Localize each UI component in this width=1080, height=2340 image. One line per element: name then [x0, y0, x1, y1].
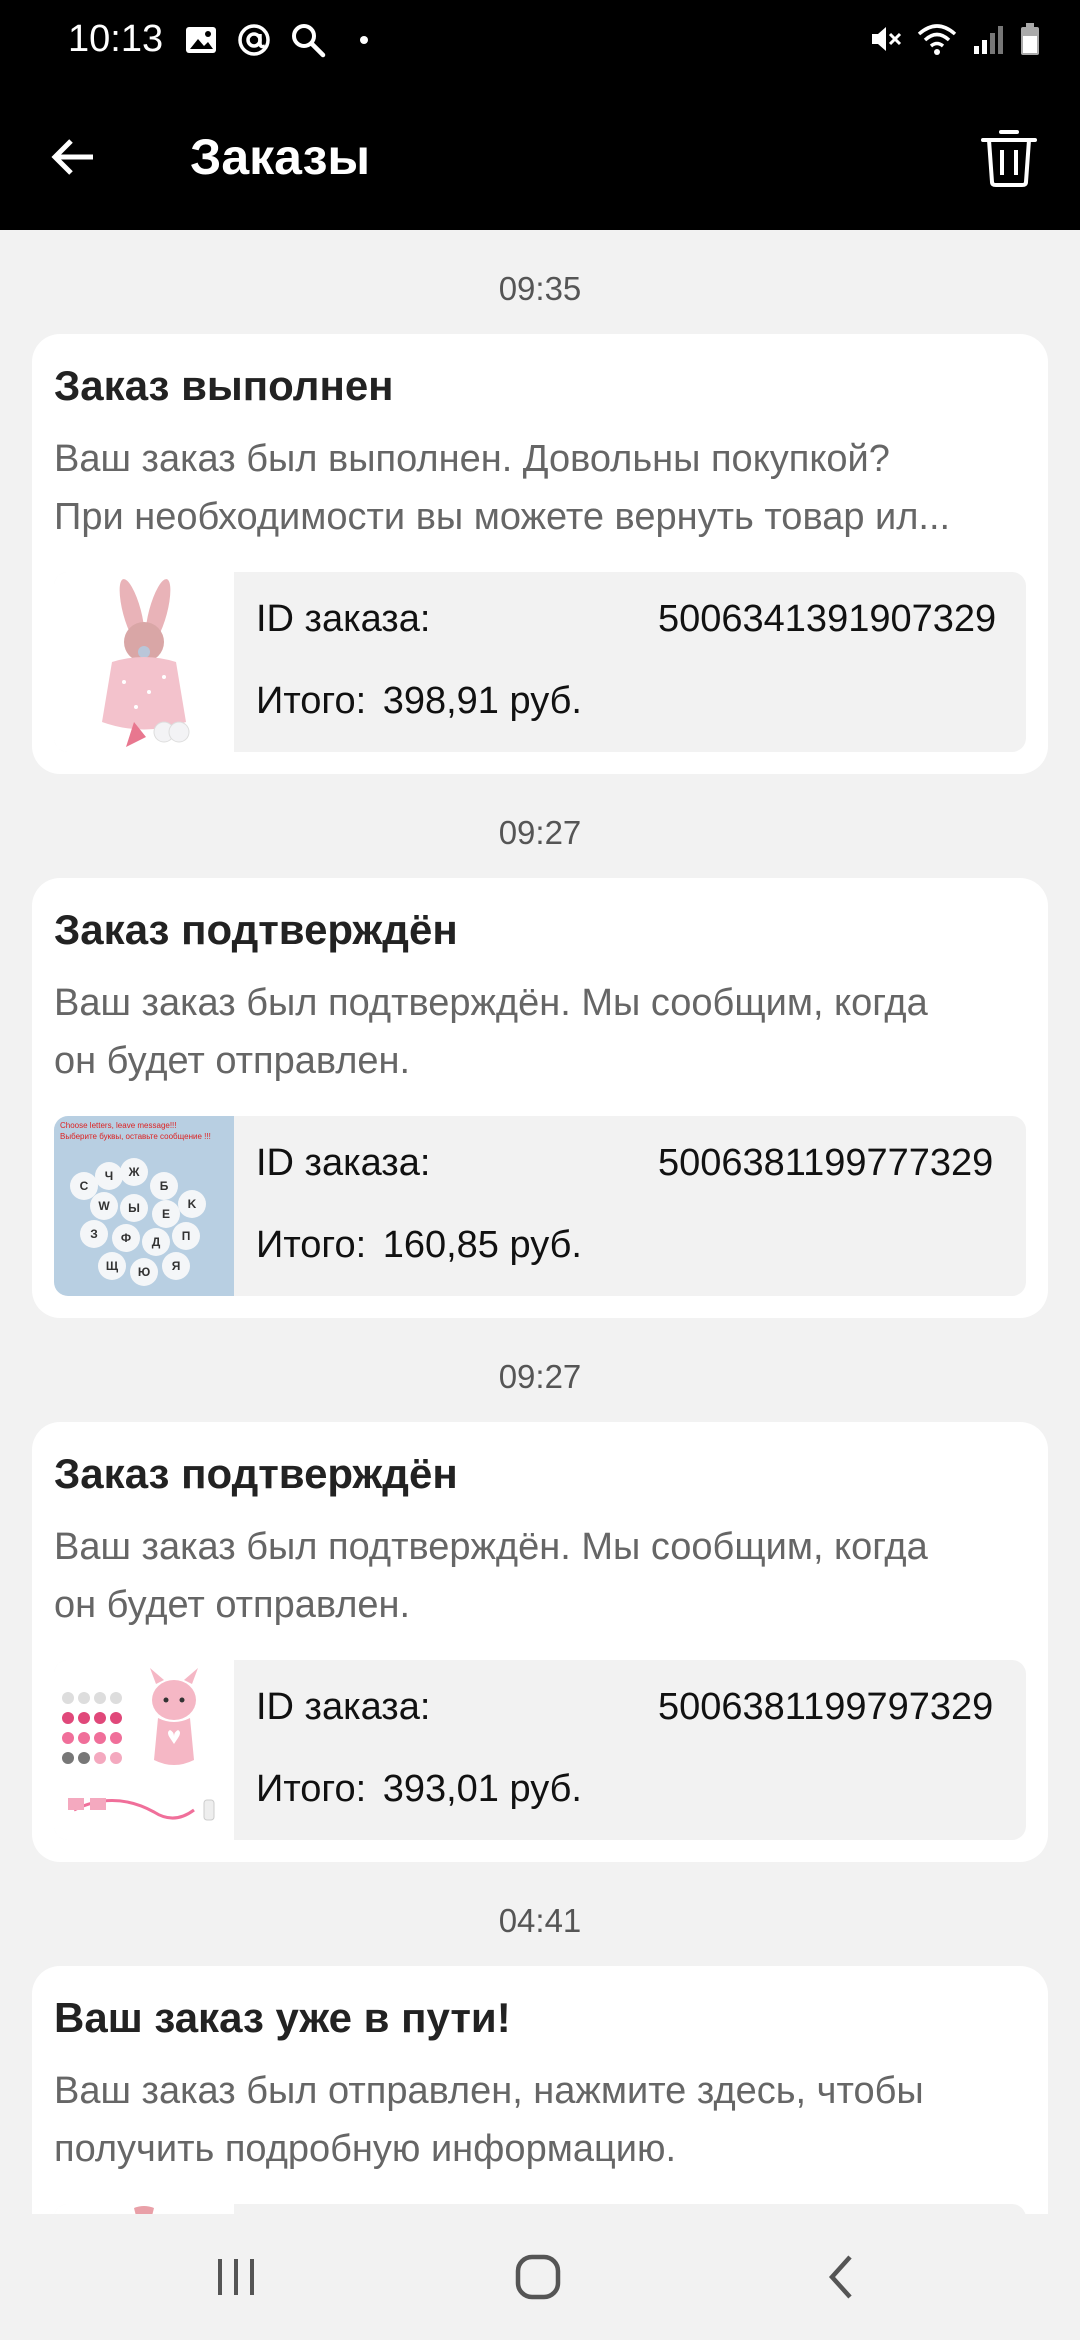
bunny-toy-image [54, 572, 234, 752]
product-thumbnail [54, 572, 234, 752]
order-total-row: Итого: 160,85 руб. [256, 1224, 582, 1267]
order-total-label: Итого: [256, 1768, 367, 1810]
order-notification-card[interactable]: Ваш заказ уже в пути! Ваш заказ был отпр… [32, 1966, 1048, 2214]
notification-body: Ваш заказ был отправлен, нажмите здесь, … [54, 2070, 924, 2170]
order-total-value: 160,85 руб. [382, 1224, 582, 1266]
order-notification-card[interactable]: Заказ подтверждён Ваш заказ был подтверж… [32, 878, 1048, 1318]
search-icon [292, 24, 326, 58]
delete-all-button[interactable] [972, 120, 1046, 194]
notification-body: Ваш заказ был выполнен. Довольны покупко… [54, 438, 951, 538]
order-summary[interactable]: ID заказа: 5006341391907329 Итого: 398,9… [54, 572, 1026, 752]
product-thumbnail [54, 2204, 234, 2214]
order-summary[interactable]: Choose letters, leave message!!! Выберит… [54, 1116, 1026, 1296]
signal-icon [974, 26, 1003, 54]
order-id-row: ID заказа: 5006381199777329 [256, 1142, 993, 1185]
order-id-value: 5006381199797329 [658, 1686, 994, 1728]
battery-icon [1021, 23, 1039, 55]
order-total-label: Итого: [256, 1224, 367, 1266]
order-summary[interactable]: ID заказа: 5006381199797329 Итого: 393,0… [54, 1660, 1026, 1840]
system-navigation-bar [0, 2214, 1080, 2340]
wifi-icon [917, 24, 957, 55]
gallery-icon [186, 27, 216, 53]
order-total-value: 398,91 руб. [382, 680, 582, 722]
status-bar: 10:13 [0, 0, 1080, 84]
at-sign-icon [238, 24, 270, 56]
arrow-left-icon [51, 139, 93, 175]
order-notification-card[interactable]: Заказ выполнен Ваш заказ был выполнен. Д… [32, 334, 1048, 774]
toy-image [54, 2204, 234, 2214]
order-id-label: ID заказа: [256, 1142, 431, 1184]
notifications-list[interactable]: 09:35 Заказ выполнен Ваш заказ был выпол… [0, 230, 1080, 2214]
dot-icon [360, 36, 368, 44]
order-id-label: ID заказа: [256, 1686, 431, 1728]
recent-apps-icon [218, 2259, 254, 2295]
svg-text:П: П [182, 1229, 191, 1243]
svg-text:E: E [162, 1207, 170, 1221]
order-total-value: 393,01 руб. [382, 1768, 582, 1810]
svg-text:Ю: Ю [138, 1265, 150, 1279]
message-timestamp: 09:27 [498, 1358, 582, 1395]
vibrate-mute-icon [872, 27, 902, 51]
letter-beads-image: Choose letters, leave message!!! Выберит… [54, 1116, 234, 1296]
notification-title: Заказ подтверждён [54, 1450, 458, 1497]
svg-text:Б: Б [160, 1179, 169, 1193]
notification-title: Ваш заказ уже в пути! [54, 1994, 511, 2041]
order-total-row: Итого: 398,91 руб. [256, 680, 582, 723]
deer-teether-image [54, 1660, 234, 1840]
system-back-button[interactable] [800, 2242, 880, 2312]
trash-icon [981, 130, 1037, 187]
svg-text:З: З [90, 1227, 98, 1241]
order-id-value: 5006341391907329 [658, 598, 997, 640]
order-id-value: 5006381199777329 [658, 1142, 994, 1184]
notification-body: Ваш заказ был подтверждён. Мы сообщим, к… [54, 982, 928, 1082]
order-notification-card[interactable]: Заказ подтверждён Ваш заказ был подтверж… [32, 1422, 1048, 1862]
home-button[interactable] [498, 2242, 578, 2312]
status-time: 10:13 [68, 18, 164, 60]
svg-text:Я: Я [172, 1259, 181, 1273]
notification-title: Заказ подтверждён [54, 906, 458, 953]
order-summary[interactable] [54, 2204, 1026, 2214]
order-total-row: Итого: 393,01 руб. [256, 1768, 582, 1811]
svg-text:Ж: Ж [128, 1165, 140, 1179]
svg-text:Д: Д [152, 1235, 161, 1249]
message-timestamp: 04:41 [498, 1902, 582, 1939]
svg-text:C: C [80, 1179, 89, 1193]
message-timestamp: 09:35 [498, 270, 582, 307]
home-icon [515, 2254, 561, 2300]
svg-text:Щ: Щ [106, 1259, 119, 1273]
order-id-row: ID заказа: 5006341391907329 [256, 598, 996, 641]
recent-apps-button[interactable] [196, 2242, 276, 2312]
svg-text:Ф: Ф [121, 1231, 131, 1245]
svg-text:Ч: Ч [105, 1169, 113, 1183]
thumb-caption-en: Choose letters, leave message!!! [60, 1121, 177, 1130]
product-thumbnail [54, 1660, 234, 1840]
svg-text:K: K [188, 1197, 197, 1211]
order-total-label: Итого: [256, 680, 367, 722]
notification-body: Ваш заказ был подтверждён. Мы сообщим, к… [54, 1526, 928, 1626]
chevron-left-icon [828, 2255, 852, 2299]
page-title: Заказы [190, 129, 371, 185]
notification-title: Заказ выполнен [54, 362, 394, 409]
svg-text:Ы: Ы [128, 1201, 140, 1215]
order-id-label: ID заказа: [256, 598, 431, 640]
order-id-row: ID заказа: 5006381199797329 [256, 1686, 993, 1729]
svg-text:W: W [98, 1199, 110, 1213]
app-bar: Заказы [0, 84, 1080, 230]
thumb-caption-ru: Выберите буквы, оставьте сообщение !!! [60, 1132, 211, 1141]
back-button[interactable] [40, 124, 106, 190]
message-timestamp: 09:27 [498, 814, 582, 851]
product-thumbnail: Choose letters, leave message!!! Выберит… [54, 1116, 234, 1296]
